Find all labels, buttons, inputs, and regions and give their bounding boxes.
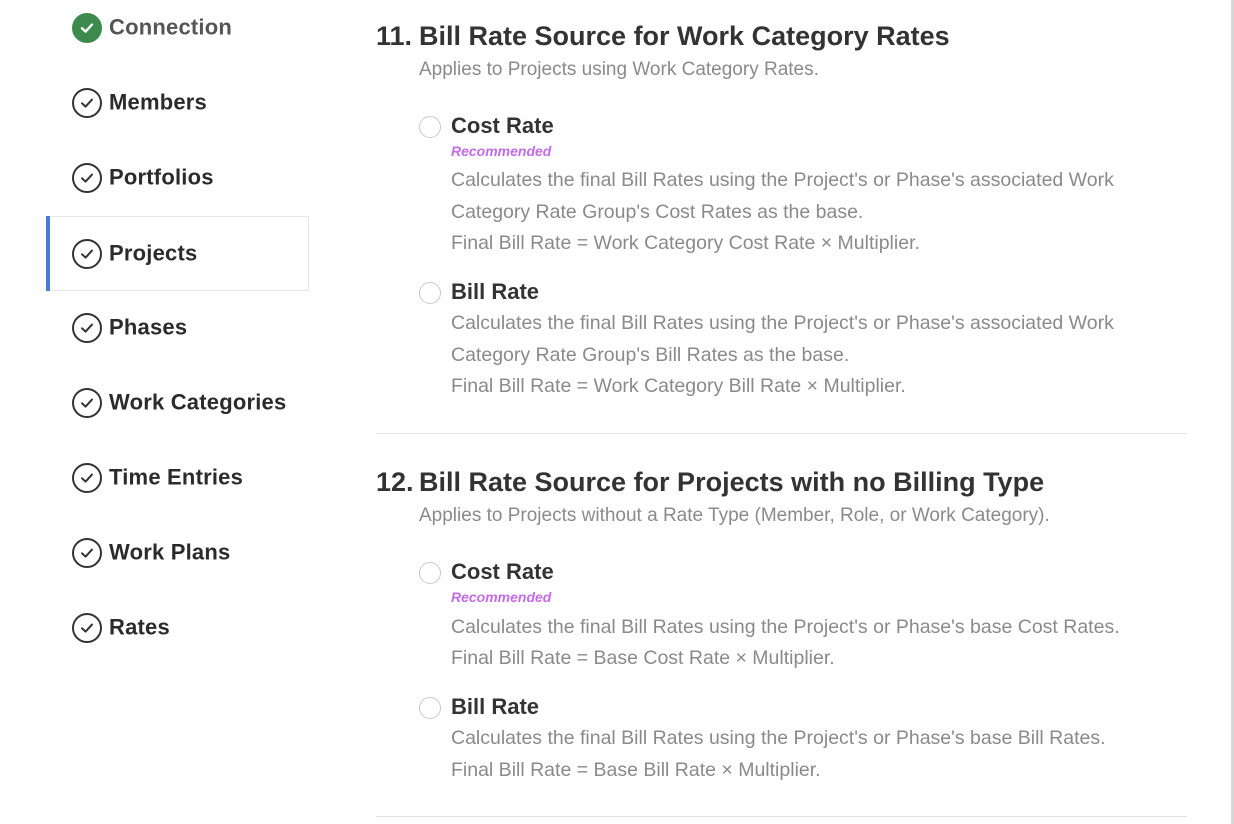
option-description: Category Rate Group's Cost Rates as the … [451,201,864,223]
recommended-badge: Recommended [451,143,552,159]
check-circle-filled-icon [72,13,102,43]
option-label[interactable]: Cost Rate [451,113,554,139]
radio-button[interactable] [419,116,441,138]
section-number: 11. [376,21,413,51]
check-circle-icon [72,613,102,643]
check-circle-icon [72,463,102,493]
sidebar: Connection Members Portfolios Projects P [0,0,320,824]
radio-button[interactable] [419,282,441,304]
section-number: 12. [376,467,414,497]
sidebar-item-label: Members [109,89,207,115]
check-circle-icon [72,313,102,343]
check-circle-icon [72,388,102,418]
option-label[interactable]: Bill Rate [451,694,539,720]
section-divider [376,816,1187,817]
check-circle-icon [72,163,102,193]
sidebar-item-label: Work Plans [109,539,231,565]
sidebar-item-portfolios[interactable]: Portfolios [46,141,309,215]
recommended-badge: Recommended [451,589,552,605]
option-label[interactable]: Bill Rate [451,279,539,305]
option-description: Category Rate Group's Bill Rates as the … [451,344,850,366]
option-description: Calculates the final Bill Rates using th… [451,727,1106,749]
radio-button[interactable] [419,697,441,719]
sidebar-item-time-entries[interactable]: Time Entries [46,441,309,515]
radio-button[interactable] [419,562,441,584]
sidebar-item-label: Time Entries [109,464,244,490]
section-heading: Bill Rate Source for Projects with no Bi… [419,467,1045,497]
option-description: Calculates the final Bill Rates using th… [451,312,1114,334]
check-circle-icon [72,88,102,118]
sidebar-item-projects[interactable]: Projects [46,216,309,291]
check-circle-icon [72,238,102,269]
settings-window: Connection Members Portfolios Projects P [0,0,1231,824]
sidebar-item-phases[interactable]: Phases [46,291,309,365]
sidebar-item-connection[interactable]: Connection [46,0,309,65]
sidebar-item-label: Connection [109,14,232,40]
section-12-title: 12. Bill Rate Source for Projects with no… [376,467,1044,498]
sidebar-item-label: Portfolios [109,164,214,190]
option-formula: Final Bill Rate = Base Bill Rate × Multi… [451,759,821,781]
option-formula: Final Bill Rate = Work Category Bill Rat… [451,375,906,397]
section-divider [376,433,1187,434]
option-label[interactable]: Cost Rate [451,559,554,585]
option-description: Calculates the final Bill Rates using th… [451,616,1120,638]
sidebar-item-members[interactable]: Members [46,66,309,140]
option-formula: Final Bill Rate = Work Category Cost Rat… [451,232,920,254]
section-heading: Bill Rate Source for Work Category Rates [419,21,950,51]
option-formula: Final Bill Rate = Base Cost Rate × Multi… [451,647,835,669]
section-12-subtitle: Applies to Projects without a Rate Type … [419,505,1050,526]
sidebar-item-label: Rates [109,614,170,640]
settings-content: 11. Bill Rate Source for Work Category Ra… [376,0,1188,824]
sidebar-item-label: Phases [109,314,188,340]
section-11-title: 11. Bill Rate Source for Work Category Ra… [376,21,950,52]
section-11-subtitle: Applies to Projects using Work Category … [419,59,819,80]
sidebar-item-label: Projects [109,239,198,265]
check-circle-icon [72,538,102,568]
sidebar-item-rates[interactable]: Rates [46,591,309,665]
sidebar-item-work-plans[interactable]: Work Plans [46,516,309,590]
sidebar-item-label: Work Categories [109,389,287,415]
option-description: Calculates the final Bill Rates using th… [451,169,1114,191]
sidebar-item-work-categories[interactable]: Work Categories [46,366,309,440]
